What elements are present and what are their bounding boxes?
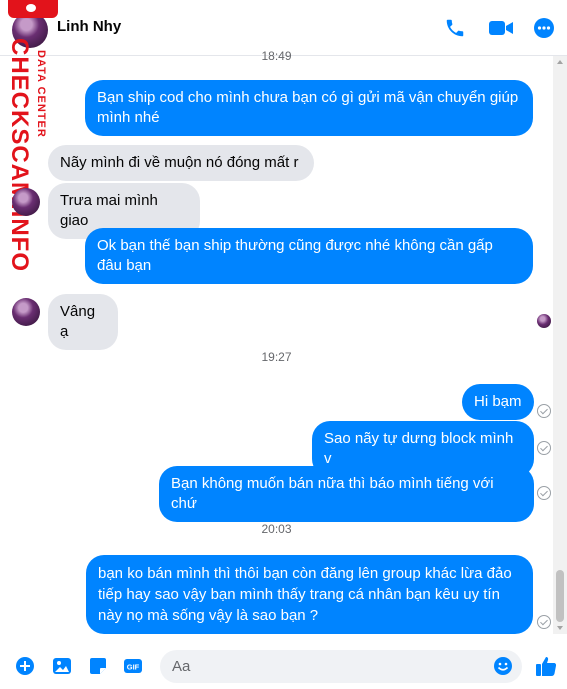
watermark-brand: CHECKSCAM.INFO [6,38,33,272]
sent-check-icon [537,441,551,455]
contact-avatar-small [12,298,40,326]
plus-circle-icon[interactable] [15,656,35,676]
contact-avatar[interactable] [12,12,48,48]
message-outgoing[interactable]: Bạn ship cod cho mình chưa bạn có gì gửi… [85,80,533,136]
contact-avatar-small [12,188,40,216]
message-outgoing[interactable]: Bạn không muốn bán nữa thì báo mình tiến… [159,466,534,522]
message-input[interactable]: Aa [160,650,522,683]
message-incoming[interactable]: Vâng ạ [48,294,118,350]
timestamp: 19:27 [261,350,292,364]
sent-check-icon [537,486,551,500]
scroll-up-arrow-icon[interactable] [557,60,563,64]
svg-text:GIF: GIF [127,663,140,672]
message-outgoing[interactable]: Hi bạm [462,384,534,420]
seen-avatar-icon [537,314,551,328]
watermark-tagline: DATA CENTER [35,50,47,138]
message-incoming[interactable]: Nãy mình đi về muộn nó đóng mất r [48,145,314,181]
contact-name[interactable]: Linh Nhy [57,18,121,35]
message-composer: GIF Aa [0,644,567,689]
thumbs-up-icon[interactable] [534,654,558,678]
timestamp: 18:49 [261,49,292,63]
message-input-placeholder: Aa [172,658,191,675]
sent-check-icon [537,404,551,418]
phone-icon[interactable] [444,17,466,39]
sent-check-icon [537,615,551,629]
timestamp: 20:03 [261,522,292,536]
chat-header: Linh Nhy [0,0,567,56]
message-scrollbar[interactable] [553,56,567,634]
scroll-down-arrow-icon[interactable] [557,626,563,630]
emoji-icon[interactable] [493,656,513,676]
scroll-thumb[interactable] [556,570,564,622]
sticker-icon[interactable] [88,656,108,676]
message-outgoing[interactable]: bạn ko bán mình thì thôi bạn còn đăng lê… [86,555,533,634]
gif-icon[interactable]: GIF [123,656,143,676]
message-outgoing[interactable]: Ok bạn thế bạn ship thường cũng được nhé… [85,228,533,284]
video-camera-icon[interactable] [488,17,514,39]
more-options-icon[interactable] [533,17,555,39]
image-icon[interactable] [52,656,72,676]
